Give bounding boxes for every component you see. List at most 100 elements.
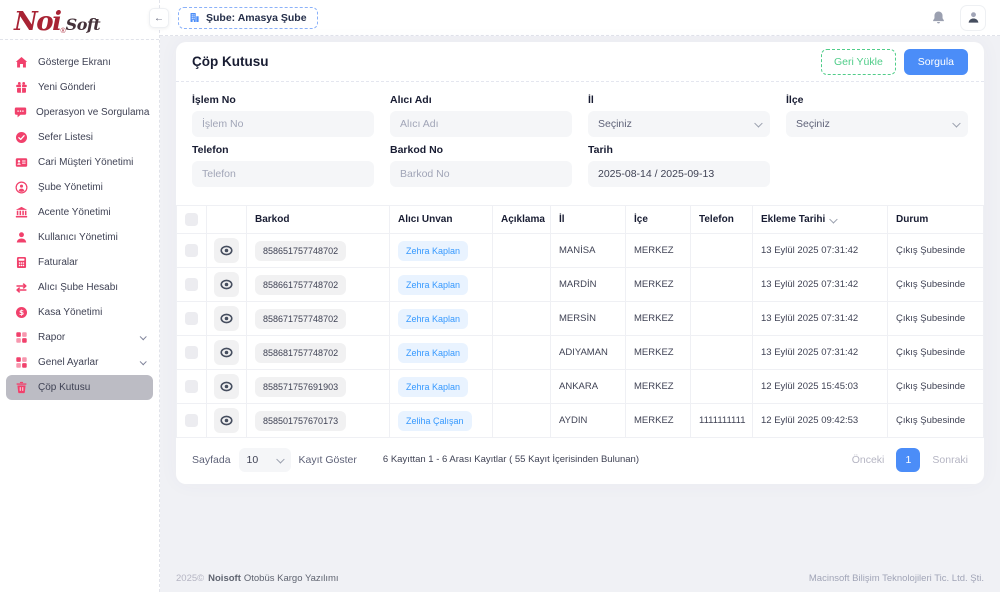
row-checkbox[interactable] (185, 346, 198, 359)
sidebar-item-faturalar[interactable]: Faturalar (6, 250, 153, 275)
page-1-button[interactable]: 1 (896, 448, 920, 472)
sidebar-item-cop-kutusu[interactable]: Çöp Kutusu (6, 375, 153, 400)
table-row: 858681757748702 Zehra Kaplan ADIYAMAN ME… (177, 336, 984, 370)
logo[interactable]: Noi®Soft (0, 0, 159, 40)
durum-cell: Çıkış Şubesinde (888, 404, 984, 438)
ilce-select[interactable]: Seçiniz (786, 111, 968, 137)
footer-company: Macinsoft Bilişim Teknolojileri Tic. Ltd… (809, 573, 984, 584)
footer-product: Otobüs Kargo Yazılımı (244, 573, 339, 584)
sidebar-item-label: Acente Yönetimi (38, 207, 111, 218)
barkod-badge: 858661757748702 (255, 275, 346, 295)
alici-link[interactable]: Zehra Kaplan (398, 241, 468, 261)
restore-button[interactable]: Geri Yükle (821, 49, 896, 75)
sidebar-item-label: Kasa Yönetimi (38, 307, 102, 318)
durum-cell: Çıkış Şubesinde (888, 336, 984, 370)
tarih-cell: 13 Eylül 2025 07:31:42 (753, 268, 888, 302)
main-area: ← Şube: Amasya Şube Çöp Kutusu Geri Yükl… (160, 0, 1000, 592)
header-actions: Geri Yükle Sorgula (821, 49, 968, 75)
notifications-button[interactable] (931, 10, 946, 25)
sidebar-item-kullanici-yonetimi[interactable]: Kullanıcı Yönetimi (6, 225, 153, 250)
filter-telefon: Telefon (192, 144, 374, 187)
field-label: İşlem No (192, 94, 374, 106)
sidebar-item-sefer-listesi[interactable]: Sefer Listesi (6, 125, 153, 150)
ilce-cell: MERKEZ (626, 268, 691, 302)
sidebar-item-gosterge-ekrani[interactable]: Gösterge Ekranı (6, 50, 153, 75)
sidebar-collapse-button[interactable]: ← (149, 8, 169, 28)
alici-adi-input[interactable] (390, 111, 572, 137)
per-page-prefix: Sayfada (192, 454, 231, 466)
app-window: Noi®Soft Gösterge Ekranı Yeni Gönderi Op… (0, 0, 1000, 592)
view-button[interactable] (214, 272, 239, 297)
grid-icon (14, 356, 29, 369)
view-button[interactable] (214, 238, 239, 263)
il-cell: MANİSA (551, 234, 626, 268)
il-cell: AYDIN (551, 404, 626, 438)
durum-cell: Çıkış Şubesinde (888, 370, 984, 404)
tarih-input[interactable] (588, 161, 770, 187)
sidebar-item-operasyon-ve-sorgulama[interactable]: Operasyon ve Sorgulama (6, 100, 153, 125)
durum-cell: Çıkış Şubesinde (888, 302, 984, 336)
filter-il: İl Seçiniz (588, 94, 770, 137)
select-all-checkbox[interactable] (185, 213, 198, 226)
sidebar-item-genel-ayarlar[interactable]: Genel Ayarlar (6, 350, 153, 375)
branch-label: Şube: Amasya Şube (206, 12, 307, 24)
eye-icon (219, 379, 234, 394)
alici-link[interactable]: Zehra Kaplan (398, 309, 468, 329)
table-row: 858571757691903 Zehra Kaplan ANKARA MERK… (177, 370, 984, 404)
filter-form: İşlem No Alıcı Adı İl Seçiniz (176, 82, 984, 201)
il-select[interactable]: Seçiniz (588, 111, 770, 137)
grid-icon (14, 331, 29, 344)
sidebar-item-sube-yonetimi[interactable]: Şube Yönetimi (6, 175, 153, 200)
next-page-button[interactable]: Sonraki (932, 454, 968, 466)
sidebar-item-alici-sube-hesabi[interactable]: ⇄ Alıcı Şube Hesabı (6, 275, 153, 300)
sidebar-item-acente-yonetimi[interactable]: Acente Yönetimi (6, 200, 153, 225)
sidebar-item-label: Faturalar (38, 257, 78, 268)
alici-link[interactable]: Zeliha Çalışan (398, 411, 472, 431)
sidebar-item-label: Kullanıcı Yönetimi (38, 232, 118, 243)
per-page-select[interactable]: 10 (239, 448, 291, 472)
prev-page-button[interactable]: Önceki (852, 454, 885, 466)
view-button[interactable] (214, 408, 239, 433)
alici-link[interactable]: Zehra Kaplan (398, 343, 468, 363)
sidebar-item-cari-musteri-yonetimi[interactable]: Cari Müşteri Yönetimi (6, 150, 153, 175)
logo-text-soft: Soft (66, 15, 101, 35)
table-row: 858651757748702 Zehra Kaplan MANİSA MERK… (177, 234, 984, 268)
view-button[interactable] (214, 374, 239, 399)
tarih-cell: 12 Eylül 2025 15:45:03 (753, 370, 888, 404)
id-card-icon (14, 156, 29, 169)
view-button[interactable] (214, 306, 239, 331)
sidebar-item-kasa-yonetimi[interactable]: $ Kasa Yönetimi (6, 300, 153, 325)
row-checkbox[interactable] (185, 380, 198, 393)
table-wrap: Barkod Alıcı Unvan Açıklama İl İçe Telef… (176, 205, 984, 438)
telefon-input[interactable] (192, 161, 374, 187)
filter-tarih: Tarih (588, 144, 770, 187)
eye-icon (219, 277, 234, 292)
eye-icon (219, 413, 234, 428)
row-checkbox[interactable] (185, 312, 198, 325)
table-row: 858661757748702 Zehra Kaplan MARDİN MERK… (177, 268, 984, 302)
islem-no-input[interactable] (192, 111, 374, 137)
ekleme-tarihi-header[interactable]: Ekleme Tarihi (753, 206, 888, 234)
aciklama-cell (493, 336, 551, 370)
home-icon (14, 56, 29, 69)
sidebar-item-rapor[interactable]: Rapor (6, 325, 153, 350)
row-checkbox[interactable] (185, 244, 198, 257)
alici-link[interactable]: Zehra Kaplan (398, 377, 468, 397)
calculator-icon (14, 256, 29, 269)
branch-badge[interactable]: Şube: Amasya Şube (178, 7, 318, 29)
chat-icon (14, 106, 27, 119)
telefon-cell (691, 234, 753, 268)
view-button[interactable] (214, 340, 239, 365)
field-label: Tarih (588, 144, 770, 156)
gift-icon (14, 81, 29, 94)
barkod-no-input[interactable] (390, 161, 572, 187)
user-menu-button[interactable] (960, 5, 986, 31)
sidebar-item-label: Cari Müşteri Yönetimi (38, 157, 133, 168)
sidebar-item-yeni-gonderi[interactable]: Yeni Gönderi (6, 75, 153, 100)
dollar-circle-icon: $ (14, 306, 29, 319)
row-checkbox[interactable] (185, 278, 198, 291)
alici-link[interactable]: Zehra Kaplan (398, 275, 468, 295)
query-button[interactable]: Sorgula (904, 49, 968, 75)
row-checkbox[interactable] (185, 414, 198, 427)
chevron-down-icon (952, 119, 960, 127)
